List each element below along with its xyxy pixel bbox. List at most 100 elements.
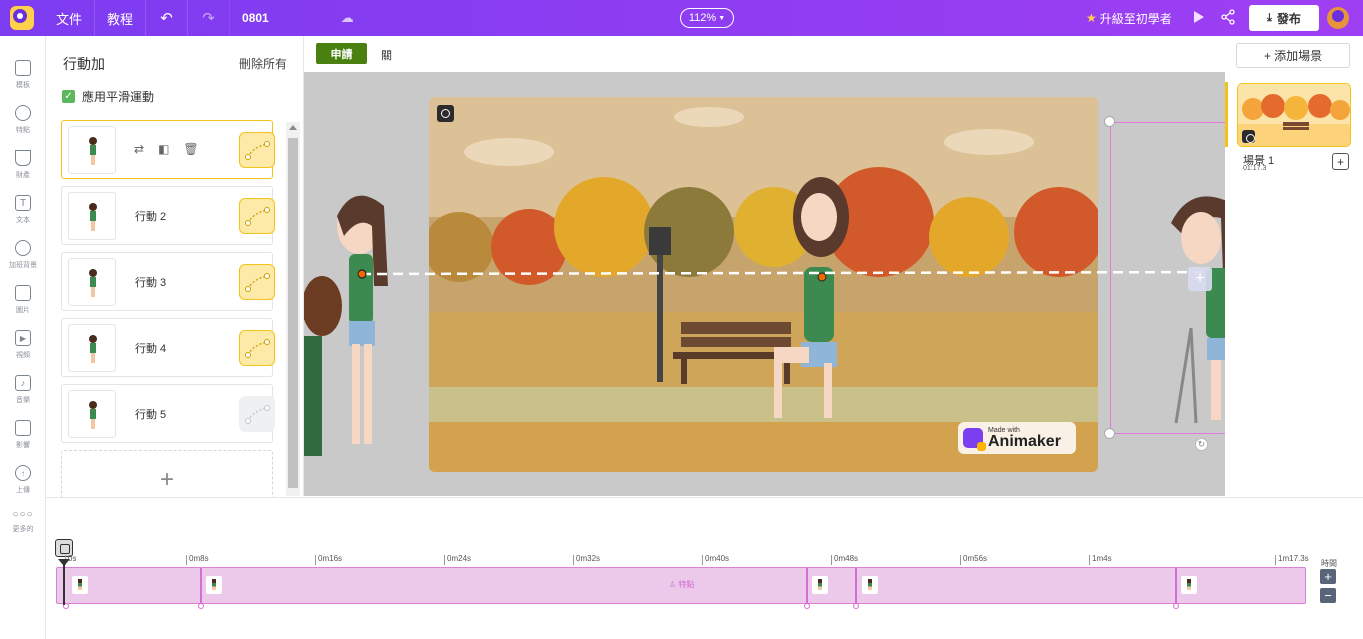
scene-stage[interactable]: Made with Animaker	[429, 97, 1098, 472]
watermark-big: Animaker	[988, 432, 1061, 450]
rail-character[interactable]: 特點	[0, 102, 46, 142]
action-divider[interactable]	[855, 568, 857, 605]
rail-properties[interactable]: 財產	[0, 147, 46, 187]
timeline-zoom-in-button[interactable]: +	[1320, 569, 1336, 584]
scene-add-button[interactable]: +	[1332, 153, 1349, 170]
action-divider[interactable]	[1175, 568, 1177, 605]
trash-icon[interactable]: 🗑	[183, 142, 198, 156]
smooth-motion-toggle[interactable]: ✓ 應用平滑運動	[62, 88, 154, 105]
scene-active-indicator	[1225, 82, 1228, 147]
scene-thumbnail[interactable]	[1237, 83, 1351, 147]
publish-button[interactable]: ⤓ 發布	[1249, 5, 1319, 31]
scroll-up-icon[interactable]	[289, 125, 297, 130]
timeline-zoom-out-button[interactable]: −	[1320, 588, 1336, 603]
rail-label: 音樂	[16, 397, 30, 404]
motion-path-button[interactable]	[239, 264, 275, 300]
action-card-4[interactable]: 行動 4	[61, 318, 275, 377]
action-thumbnail	[68, 192, 116, 240]
character-thumbnail-icon	[89, 269, 97, 297]
keyframe-dot[interactable]	[804, 603, 810, 609]
app-logo[interactable]	[0, 0, 44, 36]
rail-template[interactable]: 模板	[0, 57, 46, 97]
rail-upload[interactable]: ↑ 上傳	[0, 462, 46, 502]
menu-tutorial[interactable]: 教程	[95, 0, 147, 36]
menu-file[interactable]: 文件	[44, 0, 96, 36]
action-label: 行動 3	[135, 277, 167, 289]
timeline-tick: 1m4s	[1089, 555, 1112, 565]
upgrade-button[interactable]: ★ 升級至初學者	[1086, 0, 1172, 36]
rail-effects[interactable]: 影響	[0, 417, 46, 457]
video-icon: ▶	[15, 330, 31, 346]
apply-button[interactable]: 申請	[316, 43, 367, 64]
action-card-3[interactable]: 行動 3	[61, 252, 275, 311]
action-card-1[interactable]: ⇄ ◧ 🗑	[61, 120, 275, 179]
action-thumbnail	[68, 126, 116, 174]
action-card-2[interactable]: 行動 2	[61, 186, 275, 245]
cloud-save-icon: ☁	[340, 10, 354, 25]
upgrade-label: 升級至初學者	[1099, 11, 1172, 26]
track-label: ♙ 特點	[669, 579, 694, 590]
rail-background[interactable]: 加班背景	[0, 237, 46, 277]
action-segment-icon[interactable]	[206, 576, 222, 594]
rail-music[interactable]: ♪ 音樂	[0, 372, 46, 412]
panel-scrollbar[interactable]	[286, 122, 300, 496]
resize-handle-top-left[interactable]	[1104, 116, 1115, 127]
keyframe-dot[interactable]	[198, 603, 204, 609]
park-background-illustration	[429, 97, 1098, 472]
rail-label: 影響	[16, 442, 30, 449]
rail-more[interactable]: ○○○ 更多的	[0, 507, 46, 547]
keyframe-dot[interactable]	[853, 603, 859, 609]
motion-path-button[interactable]	[239, 132, 275, 168]
undo-icon[interactable]: ↶	[146, 0, 189, 36]
zoom-select[interactable]: 112% ▼	[680, 8, 734, 28]
add-scene-button[interactable]: + 添加場景	[1236, 43, 1350, 68]
close-button[interactable]: 關	[381, 47, 392, 63]
action-divider[interactable]	[200, 568, 202, 605]
timeline-zoom-label: 時間	[1321, 559, 1337, 568]
action-segment-icon[interactable]	[862, 576, 878, 594]
action-segment-icon[interactable]	[812, 576, 828, 594]
keyframe-dot[interactable]	[1173, 603, 1179, 609]
playhead[interactable]	[58, 559, 70, 605]
delete-all-button[interactable]: 刪除所有	[239, 55, 287, 72]
rail-image[interactable]: 圖片	[0, 282, 46, 322]
rail-text[interactable]: T 文本	[0, 192, 46, 232]
animaker-editor: 文件 教程 ↶ ↷ 0801 ☁ 112% ▼ ★ 升級至初學者 ⤓ 發布 模板 特點…	[0, 0, 1363, 639]
properties-icon	[15, 150, 31, 166]
character-track[interactable]: ♙ 特點	[56, 567, 1306, 609]
scroll-thumb[interactable]	[288, 138, 298, 488]
rail-label: 視頻	[16, 352, 30, 359]
motion-path-icon	[245, 141, 270, 160]
motion-path-button[interactable]	[239, 198, 275, 234]
play-icon[interactable]	[1194, 11, 1204, 23]
motion-path-button[interactable]	[239, 330, 275, 366]
rail-label: 文本	[16, 217, 30, 224]
rotate-icon[interactable]: ↻	[1195, 438, 1208, 451]
action-thumbnail	[68, 390, 116, 438]
project-title[interactable]: 0801	[230, 0, 281, 36]
action-segment-icon[interactable]	[1181, 576, 1197, 594]
rail-video[interactable]: ▶ 視頻	[0, 327, 46, 367]
character-off-stage-left[interactable]	[304, 176, 404, 496]
motion-path-button[interactable]	[239, 396, 275, 432]
panel-title: 行動加	[63, 56, 105, 72]
resize-handle-bottom-left[interactable]	[1104, 428, 1115, 439]
swap-icon[interactable]: ⇄	[134, 142, 144, 156]
image-icon	[15, 285, 31, 301]
checkbox-checked-icon[interactable]: ✓	[62, 90, 75, 103]
camera-icon[interactable]	[437, 105, 454, 122]
left-toolbar: 模板 特點 財產 T 文本 加班背景 圖片 ▶ 視頻 ♪ 音樂 影響 ↑ 上傳 ○○○ 更…	[0, 36, 46, 639]
animaker-logo-icon	[963, 428, 986, 451]
timeline-tick: 1m17.3s	[1275, 555, 1309, 565]
timeline-tick: 0m16s	[315, 555, 342, 565]
action-divider[interactable]	[806, 568, 808, 605]
flip-icon[interactable]: ◧	[158, 142, 169, 156]
action-segment-icon[interactable]	[72, 576, 88, 594]
user-avatar[interactable]	[1327, 7, 1349, 29]
share-icon[interactable]	[1221, 9, 1237, 27]
motion-path-line[interactable]	[359, 266, 1225, 282]
redo-icon[interactable]: ↷	[188, 0, 231, 36]
add-point-icon[interactable]: +	[1188, 267, 1212, 291]
action-card-5[interactable]: 行動 5	[61, 384, 275, 443]
rail-label: 特點	[16, 127, 30, 134]
